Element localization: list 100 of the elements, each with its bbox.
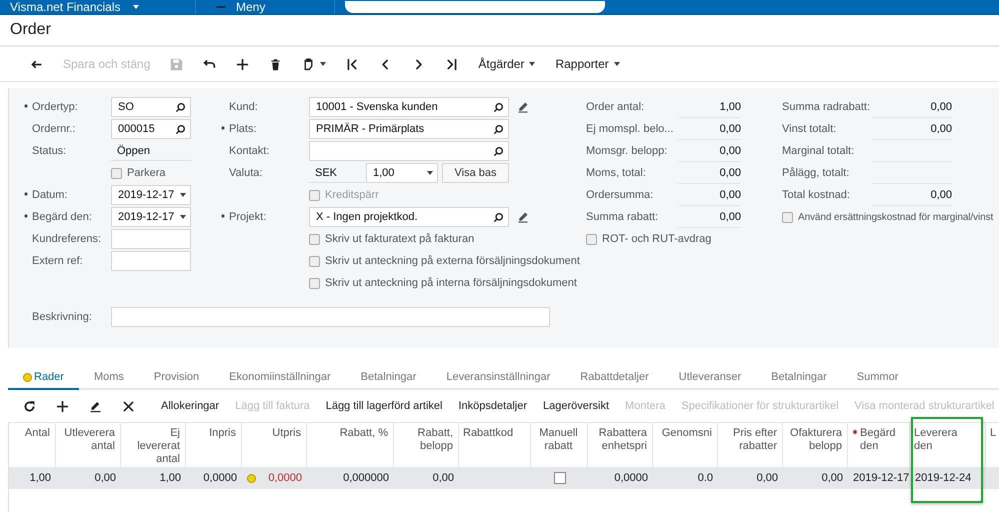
field-label: Datum:: [32, 189, 68, 201]
field-label: Kundreferens:: [32, 233, 102, 245]
grid-action-button[interactable]: Lageröversikt: [535, 394, 618, 418]
checkbox-label: Använd ersättningskostnad för marginal/vinst: [798, 212, 994, 222]
table-cell: 0,000000: [343, 472, 389, 484]
status-value: Öppen: [111, 141, 191, 161]
table-cell: 0,00: [432, 472, 454, 484]
search-icon: [493, 212, 504, 222]
grid-action-button[interactable]: Allokeringar: [153, 394, 228, 418]
table-cell: 0,00: [94, 472, 116, 484]
table-cell: 2019-12-17: [853, 472, 910, 484]
search-icon: [493, 102, 504, 112]
required-icon: [23, 191, 29, 197]
refresh-icon: [23, 400, 36, 412]
tab[interactable]: Rader: [8, 366, 79, 390]
close-icon: [122, 400, 135, 412]
summary-label: Vinst totalt:: [782, 123, 838, 135]
summary-value: 0,00: [678, 184, 741, 206]
column-label: Begärd den: [860, 427, 896, 454]
summary-label: Summa radrabatt:: [782, 101, 872, 113]
table-cell: 2019-12-24: [915, 472, 972, 484]
table-cell: 0.0: [698, 472, 713, 484]
column-label: Antal: [24, 427, 50, 441]
first-icon: [346, 58, 360, 70]
date-field[interactable]: 2019-12-17: [111, 185, 191, 205]
checkbox[interactable]: [309, 234, 320, 244]
grid-action-button[interactable]: Lägg till lagerförd artikel: [318, 394, 450, 418]
column-label: Manuell rabatt: [539, 427, 578, 454]
lookup-field[interactable]: PRIMÄR - Primärplats: [309, 119, 509, 139]
lookup-field[interactable]: 000015: [111, 119, 191, 139]
trash-icon: [269, 58, 282, 70]
menu-button[interactable]: Rapporter: [545, 52, 630, 76]
tab[interactable]: Rabattdetaljer: [565, 366, 664, 390]
summary-value: 0,00: [678, 140, 741, 162]
undo-icon: [203, 58, 216, 70]
column-label: L: [990, 427, 996, 441]
text-field[interactable]: [111, 229, 191, 249]
column-label: Rabatt, %: [340, 427, 388, 441]
summary-label: Ej momspl. belo...: [586, 123, 674, 135]
save-icon: [170, 58, 184, 70]
field-label: Beskrivning:: [32, 311, 92, 323]
required-icon: [220, 213, 226, 219]
lookup-field[interactable]: [309, 141, 509, 161]
lookup-field[interactable]: 10001 - Svenska kunden: [309, 97, 509, 117]
summary-label: Total kostnad:: [782, 189, 851, 201]
checkbox[interactable]: [782, 212, 793, 222]
column-label: Leverera den: [914, 427, 958, 454]
table-cell: 1,00: [30, 472, 51, 484]
summary-value: 0,00: [872, 96, 952, 118]
checkbox[interactable]: [111, 168, 122, 178]
rate-dropdown[interactable]: 1,00: [366, 163, 438, 183]
pencil-icon: [89, 400, 102, 412]
summary-label: Pålägg, totalt:: [782, 167, 850, 179]
tab[interactable]: Utleveranser: [664, 366, 756, 390]
grid-action-button[interactable]: Inköpsdetaljer: [450, 394, 535, 418]
lookup-field[interactable]: X - Ingen projektkod.: [309, 207, 509, 227]
checkbox[interactable]: [309, 256, 320, 266]
tab[interactable]: Provision: [138, 366, 214, 390]
summary-label: Summa rabatt:: [586, 211, 660, 223]
column-label: Ej levererat antal: [137, 427, 180, 467]
field-label: Begärd den:: [32, 211, 92, 223]
table-cell: 0,00: [822, 472, 843, 484]
clipboard-icon: [302, 58, 316, 70]
column-label: Rabatt, belopp: [418, 427, 453, 454]
table-row[interactable]: 1,00 0,00 1,00 0,0000 0,0000 0,000000 0,00 0,0000 0.0 0,00 0,00 2019-12-17 2019-12-24: [9, 467, 999, 489]
tab[interactable]: Betalningar: [346, 366, 432, 390]
checkbox-label: ROT- och RUT-avdrag: [602, 233, 712, 245]
tab[interactable]: Ekonomiinställningar: [214, 366, 346, 390]
summary-value: 0,00: [678, 206, 741, 228]
date-field[interactable]: 2019-12-17: [111, 207, 191, 227]
description-field[interactable]: [111, 307, 550, 327]
tab[interactable]: Moms: [78, 366, 139, 390]
app-name[interactable]: Visma.net Financials: [10, 0, 120, 14]
menu-label[interactable]: Meny: [236, 0, 266, 14]
search-field[interactable]: [345, 1, 605, 13]
summary-label: Order antal:: [586, 101, 646, 113]
tab[interactable]: Leveransinställningar: [431, 366, 566, 390]
show-base-button[interactable]: Visa bas: [442, 163, 509, 183]
search-icon: [175, 124, 186, 134]
summary-value: 0,00: [872, 118, 952, 140]
page-title: Order: [10, 21, 51, 39]
pencil-icon[interactable]: [517, 211, 529, 223]
lookup-field[interactable]: SO: [111, 97, 191, 117]
text-field[interactable]: [111, 251, 191, 271]
table-cell: 0,0000: [268, 472, 302, 484]
table-cell: 0,0000: [614, 472, 648, 484]
tab[interactable]: Betalningar: [756, 366, 842, 390]
menu-button[interactable]: Åtgärder: [468, 52, 546, 76]
pencil-icon[interactable]: [517, 101, 529, 113]
column-label: Pris efter rabatter: [732, 427, 777, 454]
column-label: Utpris: [272, 427, 301, 441]
checkbox-label: Skriv ut anteckning på externa försäljningsdokument: [325, 255, 580, 267]
checkbox[interactable]: [586, 234, 597, 244]
checkbox[interactable]: [554, 472, 566, 484]
required-icon: [852, 429, 858, 435]
search-icon: [175, 102, 186, 112]
field-label: Ordernr.:: [32, 123, 76, 135]
field-label: Kontakt:: [229, 145, 270, 157]
tab[interactable]: Summor: [842, 366, 914, 390]
checkbox[interactable]: [309, 278, 320, 288]
